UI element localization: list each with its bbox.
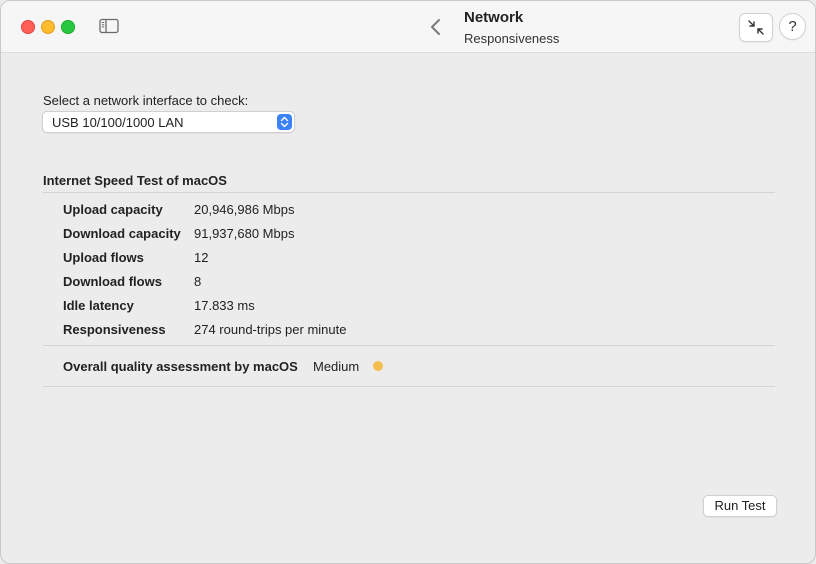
settings-window: Network Responsiveness ? Select a networ… xyxy=(0,0,816,564)
download-capacity-value: 91,937,680 Mbps xyxy=(194,226,295,241)
overall-quality-value: Medium xyxy=(313,359,360,374)
quality-status-dot xyxy=(373,361,383,371)
responsiveness-label: Responsiveness xyxy=(63,322,166,337)
window-title: Network xyxy=(464,9,524,26)
zoom-window-button[interactable] xyxy=(61,20,75,34)
collapse-button[interactable] xyxy=(739,13,773,42)
chevron-up-down-icon xyxy=(277,114,292,130)
window-subtitle: Responsiveness xyxy=(464,31,560,46)
sidebar-toggle-icon[interactable] xyxy=(99,18,119,34)
interface-select-value: USB 10/100/1000 LAN xyxy=(52,115,184,130)
close-window-button[interactable] xyxy=(21,20,35,34)
upload-capacity-label: Upload capacity xyxy=(63,202,163,217)
download-flows-label: Download flows xyxy=(63,274,162,289)
interface-select-label: Select a network interface to check: xyxy=(43,93,249,108)
title-bar: Network Responsiveness ? xyxy=(1,1,815,53)
idle-latency-value: 17.833 ms xyxy=(194,298,255,313)
collapse-arrows-icon xyxy=(748,20,764,35)
divider xyxy=(43,386,775,387)
upload-capacity-value: 20,946,986 Mbps xyxy=(194,202,295,217)
upload-flows-label: Upload flows xyxy=(63,250,144,265)
help-button[interactable]: ? xyxy=(779,13,806,40)
download-flows-value: 8 xyxy=(194,274,202,289)
download-capacity-label: Download capacity xyxy=(63,226,181,241)
idle-latency-label: Idle latency xyxy=(63,298,134,313)
divider xyxy=(43,345,775,346)
back-chevron-icon[interactable] xyxy=(427,16,445,38)
interface-select[interactable]: USB 10/100/1000 LAN xyxy=(42,111,295,133)
responsiveness-value: 274 round-trips per minute xyxy=(194,322,347,337)
speed-test-title: Internet Speed Test of macOS xyxy=(43,173,227,188)
divider xyxy=(43,192,775,193)
overall-quality-label: Overall quality assessment by macOS xyxy=(63,359,298,374)
upload-flows-value: 12 xyxy=(194,250,209,265)
run-test-button[interactable]: Run Test xyxy=(703,495,777,517)
minimize-window-button[interactable] xyxy=(41,20,55,34)
